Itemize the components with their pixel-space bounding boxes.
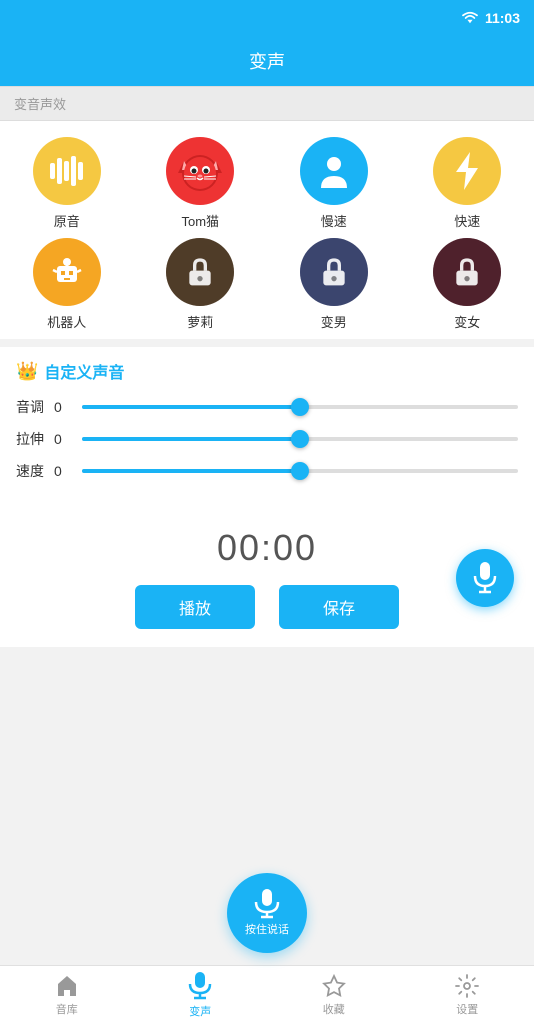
wave-icon — [50, 156, 83, 186]
pitch-value: 0 — [54, 399, 74, 415]
nav-label-yinku: 音库 — [56, 1001, 78, 1017]
nav-label-shoucang: 收藏 — [323, 1001, 345, 1017]
person-icon — [315, 152, 353, 190]
gear-icon — [455, 974, 479, 998]
effect-tom[interactable]: Tom猫 — [134, 137, 268, 230]
effect-label-kuaisu: 快速 — [454, 211, 480, 230]
crown-icon: 👑 — [16, 361, 38, 382]
pitch-label: 音调 — [16, 397, 46, 417]
empty-area — [0, 647, 534, 855]
stretch-slider-row: 拉伸 0 — [16, 429, 518, 449]
stretch-fill — [82, 437, 300, 441]
floating-mic-icon — [471, 562, 499, 594]
effect-circle-tom — [166, 137, 234, 205]
effect-label-tom: Tom猫 — [181, 211, 219, 230]
nav-label-bianche: 变声 — [189, 1003, 211, 1019]
home-icon — [55, 974, 79, 998]
effect-manli[interactable]: 萝莉 — [134, 238, 268, 331]
effect-circle-mansu — [300, 137, 368, 205]
speed-slider[interactable] — [82, 469, 518, 473]
lock-icon-biannan — [318, 256, 350, 288]
nav-item-shoucang[interactable]: 收藏 — [267, 974, 401, 1017]
record-button-label: 按住说话 — [245, 921, 289, 937]
effects-grid: 原音 — [0, 121, 534, 339]
pitch-thumb[interactable] — [291, 398, 309, 416]
effect-circle-biannv — [433, 238, 501, 306]
action-buttons: 播放 保存 — [135, 585, 399, 629]
lock-icon-biannv — [451, 256, 483, 288]
effect-label-manli: 萝莉 — [187, 312, 213, 331]
status-time: 11:03 — [485, 10, 520, 26]
custom-sound-section: 👑 自定义声音 音调 0 拉伸 0 速度 0 — [0, 347, 534, 509]
speed-fill — [82, 469, 300, 473]
wifi-icon — [461, 11, 479, 25]
effect-biannan[interactable]: 变男 — [267, 238, 401, 331]
lock-overlay-manli — [166, 238, 234, 306]
stretch-thumb[interactable] — [291, 430, 309, 448]
lightning-icon — [452, 152, 482, 190]
stretch-label: 拉伸 — [16, 429, 46, 449]
effect-label-yuanyin: 原音 — [54, 211, 80, 230]
effect-circle-jiqiren — [33, 238, 101, 306]
play-button[interactable]: 播放 — [135, 585, 255, 629]
effect-biannv[interactable]: 变女 — [401, 238, 534, 331]
effect-label-biannv: 变女 — [454, 312, 480, 331]
robot-icon — [47, 252, 87, 292]
floating-mic-button[interactable] — [456, 549, 514, 607]
speed-label: 速度 — [16, 461, 46, 481]
nav-item-bianche[interactable]: 变声 — [134, 972, 268, 1019]
pitch-slider-row: 音调 0 — [16, 397, 518, 417]
timer-display: 00:00 — [217, 527, 317, 569]
effect-label-biannan: 变男 — [321, 312, 347, 331]
speed-slider-row: 速度 0 — [16, 461, 518, 481]
effect-mansu[interactable]: 慢速 — [267, 137, 401, 230]
status-bar: 11:03 — [0, 0, 534, 36]
custom-title-text: 自定义声音 — [44, 359, 124, 383]
bottom-nav: 音库 变声 收藏 设置 — [0, 965, 534, 1025]
tom-cat-icon — [174, 145, 226, 197]
mic-icon-nav — [188, 972, 212, 1000]
effect-circle-biannan — [300, 238, 368, 306]
star-icon — [322, 974, 346, 998]
stretch-slider[interactable] — [82, 437, 518, 441]
record-button[interactable]: 按住说话 — [227, 873, 307, 953]
custom-title: 👑 自定义声音 — [16, 359, 518, 383]
effect-circle-manli — [166, 238, 234, 306]
effect-label-jiqiren: 机器人 — [47, 312, 86, 331]
nav-item-shezhi[interactable]: 设置 — [401, 974, 534, 1017]
effect-circle-yuanyin — [33, 137, 101, 205]
effect-kuaisu[interactable]: 快速 — [401, 137, 534, 230]
status-bar-right: 11:03 — [461, 10, 520, 26]
speed-thumb[interactable] — [291, 462, 309, 480]
nav-label-shezhi: 设置 — [456, 1001, 478, 1017]
pitch-fill — [82, 405, 300, 409]
save-button[interactable]: 保存 — [279, 585, 399, 629]
effect-circle-kuaisu — [433, 137, 501, 205]
pitch-slider[interactable] — [82, 405, 518, 409]
effect-label-mansu: 慢速 — [321, 211, 347, 230]
app-header: 变声 — [0, 36, 534, 86]
nav-item-yinku[interactable]: 音库 — [0, 974, 134, 1017]
lock-overlay-biannan — [300, 238, 368, 306]
lock-icon-manli — [184, 256, 216, 288]
speed-value: 0 — [54, 463, 74, 479]
effect-jiqiren[interactable]: 机器人 — [0, 238, 134, 331]
effect-yuanyin[interactable]: 原音 — [0, 137, 134, 230]
record-mic-icon — [254, 889, 280, 919]
timer-section: 00:00 播放 保存 — [0, 509, 534, 647]
stretch-value: 0 — [54, 431, 74, 447]
effects-section-label: 变音声效 — [0, 86, 534, 121]
lock-overlay-biannv — [433, 238, 501, 306]
page-title: 变声 — [249, 48, 285, 74]
